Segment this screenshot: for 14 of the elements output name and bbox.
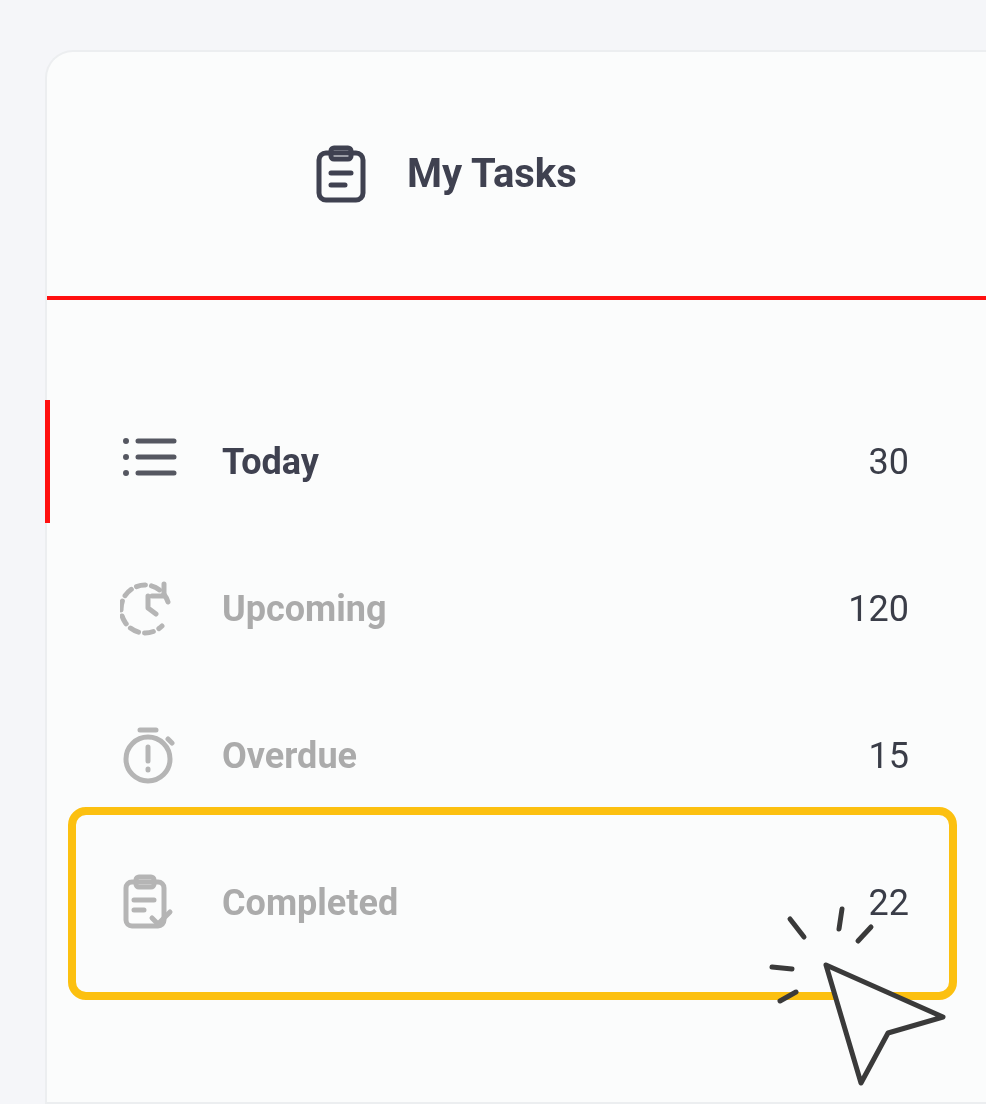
item-count: 120 [848,586,909,632]
page-title: My Tasks [407,149,577,199]
nav-item[interactable]: Overdue 15 [47,694,986,817]
item-count: 30 [868,439,909,485]
clipboard-icon [315,145,367,203]
nav-label: Today [222,439,319,485]
item-count: 15 [868,733,909,779]
nav-item[interactable]: Today 30 [45,400,986,523]
nav-item[interactable]: Completed 22 [47,841,986,964]
item-count: 22 [868,880,909,926]
nav-label: Upcoming [222,586,387,632]
nav-label: Overdue [222,733,357,779]
nav-label: Completed [222,880,399,926]
nav-item[interactable]: Upcoming 120 [47,547,986,670]
